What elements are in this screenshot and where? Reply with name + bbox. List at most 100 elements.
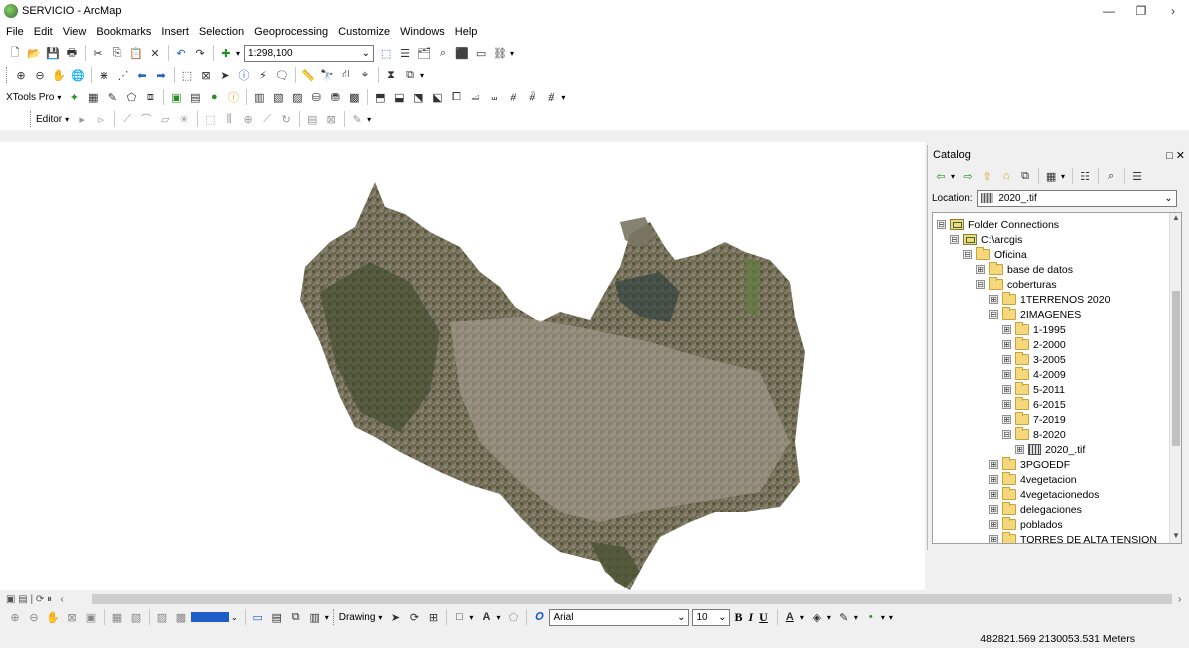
graphics-tool-e-icon[interactable]: ▣ [82,608,100,626]
menu-file[interactable]: File [6,26,24,38]
straight-segment-icon[interactable]: ⟋ [118,110,136,128]
expand-icon[interactable]: ⊞ [1002,400,1011,409]
expand-icon[interactable]: ⊞ [989,505,998,514]
menu-help[interactable]: Help [455,26,478,38]
expand-icon[interactable]: ⊞ [1002,370,1011,379]
collapse-icon[interactable]: ⊟ [976,280,985,289]
find-route-icon[interactable]: ⛙ [337,66,355,84]
xtools-edit-icon[interactable]: ✎ [103,88,121,106]
color-swatch[interactable] [191,612,229,622]
toolbar-options-icon[interactable]: ▾ [561,93,565,102]
fill-color-icon[interactable]: ◈ [808,608,826,626]
tree-item[interactable]: ⊞ delegaciones [989,502,1082,517]
forward-icon[interactable]: ⇨ [959,167,977,185]
menu-edit[interactable]: Edit [34,26,53,38]
tree-item[interactable]: ⊟ Folder Connections [937,217,1059,232]
expand-icon[interactable]: ⊞ [976,265,985,274]
text-icon[interactable]: A [477,608,495,626]
views-icon[interactable]: ▦ [1042,167,1060,185]
go-to-xy-icon[interactable]: ⌖ [356,66,374,84]
menu-bookmarks[interactable]: Bookmarks [96,26,151,38]
tree-item[interactable]: ⊟ 2IMAGENES [989,307,1081,322]
xtools-tool-e-icon[interactable]: ⧠ [447,88,465,106]
xtools-pro-menu[interactable]: XTools Pro [6,92,54,103]
paste-icon[interactable]: 📋 [127,44,145,62]
python-window-icon[interactable]: ▭ [472,44,490,62]
scroll-thumb[interactable] [1172,291,1180,446]
add-data-icon[interactable]: ✚ [217,44,235,62]
toolbar-options-icon[interactable]: ▾ [889,613,893,622]
scroll-track[interactable] [92,594,1172,604]
xtools-layer-icon[interactable]: ▣ [167,88,185,106]
split-icon[interactable]: ⟋ [258,110,276,128]
map-scale-combo[interactable]: 1:298,100 ⌄ [244,44,375,62]
sketch-properties-icon[interactable]: ⊠ [322,110,340,128]
back-extent-icon[interactable]: ⬅ [133,66,151,84]
expand-icon[interactable]: ⊞ [1002,385,1011,394]
select-elements-icon[interactable]: ➤ [386,608,404,626]
expand-icon[interactable]: ⊞ [1002,325,1011,334]
graphics-tool-b-icon[interactable]: ⊖ [25,608,43,626]
xtools-layout-icon[interactable]: ▩ [345,88,363,106]
view-switch-buttons[interactable]: ▣ ▤ | ⟳ ⏸ ‹ [6,594,92,605]
chevron-down-icon[interactable]: ▾ [496,613,500,622]
zoom-to-selected-icon[interactable]: ⊞ [424,608,442,626]
xtools-merge-icon[interactable]: ⛁ [307,88,325,106]
hyperlink-icon[interactable]: ⚡ [254,66,272,84]
drawing-menu[interactable]: Drawing [339,612,376,623]
save-icon[interactable]: 💾 [44,44,62,62]
menu-selection[interactable]: Selection [199,26,244,38]
xtools-info-icon[interactable]: ● [205,88,223,106]
menu-windows[interactable]: Windows [400,26,445,38]
collapse-icon[interactable]: ⊟ [937,220,946,229]
redo-icon[interactable]: ↷ [191,44,209,62]
toolbar-grip[interactable] [30,111,33,127]
create-features-icon[interactable]: ✎ [348,110,366,128]
cut-icon[interactable]: ✂ [89,44,107,62]
pan-icon[interactable]: ✋ [50,66,68,84]
chevron-down-icon[interactable]: ▾ [469,613,473,622]
toolbar-options-icon[interactable]: ▾ [367,115,371,124]
xtools-tool-d-icon[interactable]: ⬕ [428,88,446,106]
options-icon[interactable]: ☰ [1128,167,1146,185]
editor-toolbar-icon[interactable]: ⬚ [377,44,395,62]
xtools-overlay-icon[interactable]: ⧈ [141,88,159,106]
menu-customize[interactable]: Customize [338,26,390,38]
home-folder-icon[interactable]: ⌂ [997,167,1015,185]
scroll-right-icon[interactable]: › [1178,594,1181,605]
tree-item[interactable]: ⊞ 3PGOEDF [989,457,1070,472]
expand-icon[interactable]: ⊞ [989,520,998,529]
graphics-tool-g-icon[interactable]: ▧ [127,608,145,626]
select-features-icon[interactable]: ⬚ [178,66,196,84]
restore-button[interactable]: ❐ [1125,0,1157,22]
layout-tool-a-icon[interactable]: ▭ [249,608,267,626]
expand-icon[interactable]: ⊞ [1002,415,1011,424]
rotate-icon[interactable]: ↻ [277,110,295,128]
close-button[interactable]: › [1157,0,1189,22]
expand-icon[interactable]: ⊞ [1002,355,1011,364]
font-icon[interactable]: 𝑶 [530,608,548,626]
underline-button[interactable]: U [759,610,768,625]
tree-item[interactable]: ⊞ 4-2009 [1002,367,1066,382]
attributes-icon[interactable]: ▤ [303,110,321,128]
html-popup-icon[interactable]: 🗨 [273,66,291,84]
chevron-down-icon[interactable]: ▾ [1061,172,1065,181]
maximize-icon[interactable]: □ [1166,150,1173,162]
tree-item[interactable]: ⊞ 7-2019 [1002,412,1066,427]
xtools-add-icon[interactable]: ✦ [65,88,83,106]
xtools-table-icon[interactable]: ▦ [84,88,102,106]
map-display[interactable] [0,142,925,590]
xtools-tool-h-icon[interactable]: ⧣ [504,88,522,106]
collapse-icon[interactable]: ⊟ [1002,430,1011,439]
print-icon[interactable]: 🖶 [63,44,81,62]
line-color-icon[interactable]: ✎ [835,608,853,626]
identify-icon[interactable]: ⓘ [235,66,253,84]
toolbar-grip[interactable] [6,67,9,83]
expand-icon[interactable]: ⊞ [1002,340,1011,349]
menu-insert[interactable]: Insert [161,26,189,38]
editor-menu[interactable]: Editor [36,114,62,125]
expand-icon[interactable]: ⊞ [989,535,998,543]
xtools-tool-j-icon[interactable]: ⧥ [542,88,560,106]
expand-icon[interactable]: ⊞ [989,295,998,304]
full-extent-icon[interactable]: 🌐 [69,66,87,84]
